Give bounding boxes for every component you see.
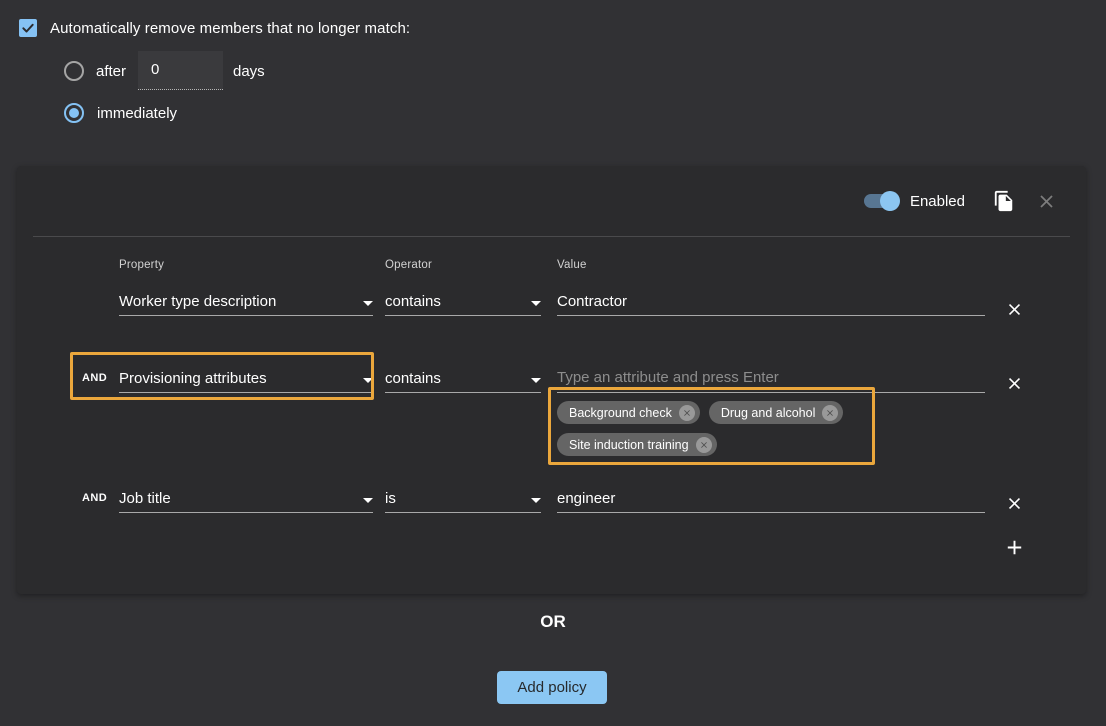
- chip-remove-button[interactable]: [696, 437, 712, 453]
- chevron-down-icon: [531, 378, 541, 383]
- chip-label: Background check: [569, 406, 672, 420]
- or-separator-label: OR: [0, 612, 1106, 632]
- value-text: Contractor: [557, 293, 627, 310]
- property-select-value: Job title: [119, 490, 171, 507]
- check-icon: [21, 21, 35, 35]
- chevron-down-icon: [531, 301, 541, 306]
- auto-remove-setting: Automatically remove members that no lon…: [19, 19, 410, 37]
- copy-policy-button[interactable]: [993, 190, 1015, 212]
- toggle-knob-icon: [880, 191, 900, 211]
- header-divider: [33, 236, 1070, 237]
- policy-header: Enabled: [17, 166, 1057, 236]
- delete-x-icon: [1005, 374, 1024, 393]
- operator-select-value: contains: [385, 293, 441, 310]
- close-policy-button[interactable]: [1036, 191, 1057, 212]
- radio-dot-icon: [69, 108, 79, 118]
- delete-condition-button-row2[interactable]: [1002, 371, 1026, 395]
- chip-label: Drug and alcohol: [721, 406, 816, 420]
- delete-condition-button-row3[interactable]: [1002, 491, 1026, 515]
- attribute-input-row2[interactable]: [557, 365, 985, 393]
- column-header-property: Property: [119, 259, 164, 271]
- attribute-chips: Background check Drug and alcohol Site i…: [557, 401, 897, 456]
- chevron-down-icon: [363, 498, 373, 503]
- operator-select-row1[interactable]: contains: [385, 288, 541, 316]
- property-select-value: Provisioning attributes: [119, 370, 267, 387]
- and-conjunction-row2: AND: [82, 372, 107, 384]
- and-conjunction-row3: AND: [82, 492, 107, 504]
- add-condition-button[interactable]: [1002, 535, 1026, 559]
- immediately-label: immediately: [97, 105, 177, 122]
- enabled-label: Enabled: [910, 193, 965, 210]
- value-input-row1[interactable]: Contractor: [557, 288, 985, 316]
- chip-remove-x-icon: [682, 408, 692, 418]
- immediately-radio[interactable]: [64, 103, 84, 123]
- policy-card: Enabled Property Operator Value Worker t…: [17, 166, 1086, 594]
- chip-remove-x-icon: [825, 408, 835, 418]
- column-header-value: Value: [557, 259, 587, 271]
- days-label: days: [233, 63, 265, 80]
- add-policy-button[interactable]: Add policy: [497, 671, 607, 704]
- chip-background-check: Background check: [557, 401, 700, 424]
- chip-drug-and-alcohol: Drug and alcohol: [709, 401, 844, 424]
- property-select-row3[interactable]: Job title: [119, 485, 373, 513]
- delete-x-icon: [1005, 300, 1024, 319]
- delete-x-icon: [1005, 494, 1024, 513]
- after-radio[interactable]: [64, 61, 84, 81]
- auto-remove-label: Automatically remove members that no lon…: [50, 20, 410, 37]
- property-select-row1[interactable]: Worker type description: [119, 288, 373, 316]
- chevron-down-icon: [363, 378, 373, 383]
- operator-select-value: contains: [385, 370, 441, 387]
- chevron-down-icon: [531, 498, 541, 503]
- copy-icon: [993, 190, 1015, 212]
- property-select-row2[interactable]: Provisioning attributes: [119, 365, 373, 393]
- chip-remove-button[interactable]: [679, 405, 695, 421]
- enabled-toggle[interactable]: [864, 194, 898, 208]
- chip-label: Site induction training: [569, 438, 689, 452]
- chip-remove-button[interactable]: [822, 405, 838, 421]
- value-text: engineer: [557, 490, 615, 507]
- operator-select-value: is: [385, 490, 396, 507]
- delete-condition-button-row1[interactable]: [1002, 297, 1026, 321]
- operator-select-row2[interactable]: contains: [385, 365, 541, 393]
- chip-site-induction-training: Site induction training: [557, 433, 717, 456]
- after-label: after: [96, 63, 126, 80]
- column-header-operator: Operator: [385, 259, 432, 271]
- operator-select-row3[interactable]: is: [385, 485, 541, 513]
- value-input-row3[interactable]: engineer: [557, 485, 985, 513]
- plus-icon: [1003, 536, 1026, 559]
- chip-remove-x-icon: [699, 440, 709, 450]
- close-icon: [1036, 191, 1057, 212]
- property-select-value: Worker type description: [119, 293, 276, 310]
- chevron-down-icon: [363, 301, 373, 306]
- auto-remove-checkbox[interactable]: [19, 19, 37, 37]
- days-input[interactable]: [138, 51, 223, 90]
